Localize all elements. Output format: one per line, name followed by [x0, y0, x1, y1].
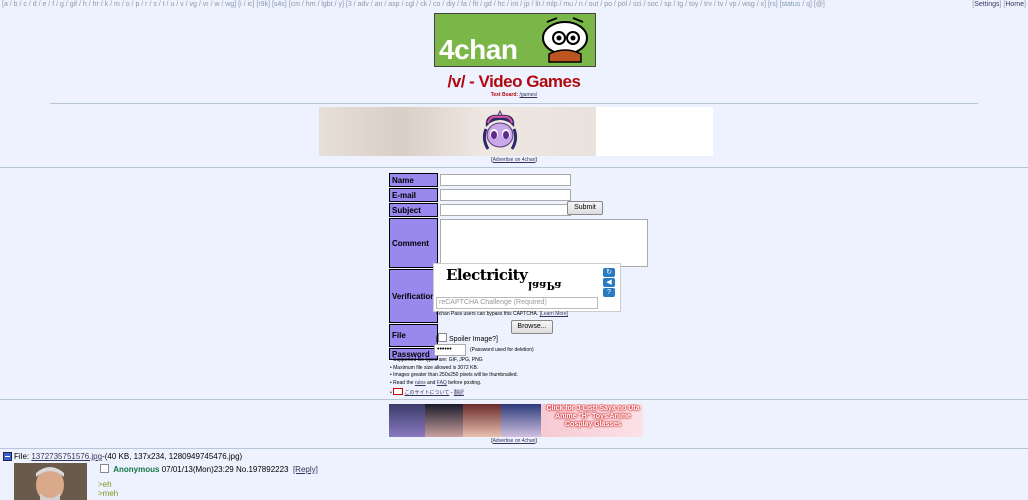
captcha-widget: Electricity laaPa reCAPTCHA Challenge (R…	[433, 263, 621, 312]
about-site-jp-link[interactable]: このサイトについて	[405, 390, 450, 396]
divider	[0, 399, 1028, 400]
textboard-label: Text Board:	[490, 92, 519, 98]
pony-icon	[482, 109, 518, 150]
post-number[interactable]: No.197892223	[236, 465, 289, 474]
divider	[0, 167, 1028, 168]
rule-max-size: • Maximum file size allowed is 3072 KB.	[390, 364, 479, 371]
advertise-link-bottom[interactable]: [Advertise on 4chan]	[0, 438, 1028, 444]
password-note: (Password used for deletion)	[470, 347, 534, 353]
japan-flag-icon	[393, 387, 404, 395]
advertise-link-top[interactable]: [Advertise on 4chan]	[0, 157, 1028, 163]
hide-thread-icon[interactable]	[3, 452, 12, 461]
captcha-word-1: Electricity	[446, 266, 528, 284]
rule-file-types: • Supported file types are: GIF, JPG, PN…	[390, 357, 483, 363]
greentext-line: >eh	[98, 480, 112, 489]
board-title: /v/ - Video Games	[447, 72, 581, 91]
captcha-input[interactable]: reCAPTCHA Challenge (Required)	[436, 297, 598, 309]
captcha-audio-icon[interactable]: ◀	[603, 278, 615, 287]
reply-link[interactable]: [Reply]	[293, 465, 318, 474]
file-label: File	[389, 324, 439, 347]
banner-cartoon-icon	[542, 17, 588, 63]
file-info: File: 1372735751576.jpg-(40 KB, 137x234,…	[14, 452, 243, 461]
top-advertisement[interactable]	[319, 107, 713, 156]
faq-link[interactable]: FAQ	[437, 380, 447, 386]
board-navbar: [a / b / c / d / e / f / g / gif / h / h…	[2, 1, 1026, 11]
advertise-link-text[interactable]: Advertise on 4chan	[493, 157, 536, 163]
textboard-line: Text Board: /games/	[0, 92, 1028, 98]
captcha-help-icon[interactable]: ?	[603, 288, 615, 297]
divider	[50, 103, 978, 104]
browse-button[interactable]: Browse...	[511, 320, 553, 334]
file-link[interactable]: 1372735751576.jpg	[31, 452, 102, 461]
email-input[interactable]	[440, 189, 572, 201]
email-label: E-mail	[389, 188, 439, 202]
password-input[interactable]: ••••••	[434, 344, 466, 356]
post-select-checkbox[interactable]	[100, 464, 109, 473]
thumbnail-person-image	[14, 463, 87, 500]
ad-face-image	[319, 107, 596, 156]
textboard-link[interactable]: /games/	[520, 92, 538, 98]
advertise-link-text[interactable]: Advertise on 4chan	[493, 438, 536, 444]
greentext-line: >meh	[98, 489, 119, 498]
nav-right: [Settings] [Home]	[972, 1, 1026, 8]
name-input[interactable]	[440, 174, 572, 186]
spoiler-checkbox[interactable]	[437, 333, 447, 342]
post-info: Anonymous 07/01/13(Mon)23:29 No.19789222…	[100, 464, 318, 474]
board-banner: 4chan	[434, 13, 596, 67]
captcha-pass-note: 4chan Pass users can bypass this CAPTCHA…	[436, 311, 568, 317]
poster-name: Anonymous	[113, 465, 160, 474]
captcha-refresh-icon[interactable]: ↻	[603, 268, 615, 277]
captcha-image: Electricity laaPa	[436, 266, 598, 296]
pass-note-text: 4chan Pass users can bypass this CAPTCHA…	[436, 311, 539, 317]
verification-label: Verification	[389, 269, 439, 323]
thread-thumbnail[interactable]	[14, 463, 87, 500]
post-datetime: 07/01/13(Mon)23:29	[161, 465, 234, 474]
jlist-advertisement[interactable]: Click for J-List! Saya no Uta Anime "H" …	[389, 404, 643, 437]
rules-link[interactable]: rules	[415, 380, 426, 386]
subject-input[interactable]	[440, 204, 572, 216]
submit-button[interactable]: Submit	[567, 201, 603, 215]
spoiler-option[interactable]: [Spoiler Image?]	[436, 333, 498, 343]
rule-thumbnail: • Images greater than 250x250 pixels wil…	[390, 372, 518, 379]
posting-rules: • Supported file types are: GIF, JPG, PN…	[390, 357, 518, 398]
spoiler-label: Spoiler Image?]	[448, 336, 498, 343]
translate-link[interactable]: 翻訳	[454, 390, 464, 396]
home-link[interactable]: Home	[1005, 1, 1024, 8]
rule-japanese: • このサイトについて - 翻訳	[390, 387, 464, 396]
banner-logo-text: 4chan	[439, 34, 518, 65]
jlist-ad-text: Click for J-List! Saya no Uta Anime "H" …	[546, 405, 640, 428]
learn-more-link[interactable]: [Learn More]	[540, 311, 568, 317]
divider	[0, 448, 1028, 449]
captcha-word-2: laaPa	[528, 279, 562, 292]
comment-textarea[interactable]	[440, 219, 649, 267]
rule-read: • Read the rules and FAQ before posting.	[390, 380, 482, 387]
board-list[interactable]: [a / b / c / d / e / f / g / gif / h / h…	[2, 1, 825, 8]
subject-label: Subject	[389, 203, 439, 217]
comment-label: Comment	[389, 218, 439, 268]
name-label: Name	[389, 173, 439, 187]
settings-link[interactable]: Settings	[974, 1, 999, 8]
